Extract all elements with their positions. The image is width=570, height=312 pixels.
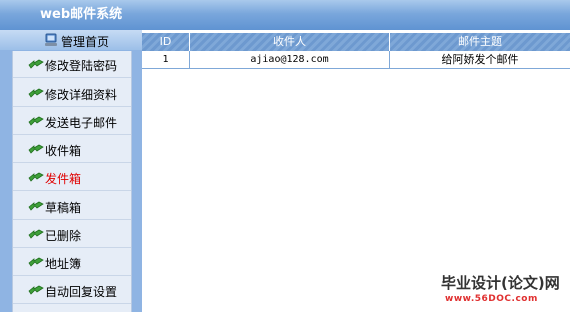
- green-arrow-icon: [28, 59, 44, 69]
- main-content: ID 收件人 邮件主题 1 ajiao@128.com 给阿娇发个邮件: [142, 30, 570, 312]
- sidebar-item-change-password[interactable]: 修改登陆密码: [13, 51, 131, 78]
- admin-home-icon: [45, 33, 57, 46]
- sidebar-item-label: 修改详细资料: [45, 88, 118, 102]
- app-title: web邮件系统: [40, 7, 123, 22]
- green-arrow-icon: [28, 88, 44, 98]
- table-header: ID 收件人 邮件主题: [142, 33, 570, 51]
- sidebar-item-drafts[interactable]: 草稿箱: [13, 193, 131, 220]
- green-arrow-icon: [28, 229, 44, 239]
- sidebar-item-edit-profile[interactable]: 修改详细资料: [13, 80, 131, 107]
- sidebar-item-label: 发送电子邮件: [45, 116, 118, 130]
- green-arrow-icon: [28, 285, 44, 295]
- green-arrow-icon: [28, 172, 44, 182]
- column-header-subject[interactable]: 邮件主题: [390, 33, 570, 51]
- green-arrow-icon: [28, 116, 44, 126]
- site-watermark: 毕业设计(论文)网 www.56DOC.com: [441, 272, 566, 308]
- sidebar-item-label: 发件箱: [45, 172, 82, 186]
- table-row[interactable]: 1 ajiao@128.com 给阿娇发个邮件: [142, 51, 570, 69]
- sidebar-item-label: 地址簿: [45, 257, 82, 271]
- sidebar-item-label: 收件箱: [45, 144, 82, 158]
- green-arrow-icon: [28, 257, 44, 267]
- sidebar-item-inbox[interactable]: 收件箱: [13, 136, 131, 163]
- sidebar-header[interactable]: 管理首页: [0, 30, 142, 50]
- sidebar-item-address-book[interactable]: 地址簿: [13, 249, 131, 276]
- sidebar-item-deleted[interactable]: 已删除: [13, 221, 131, 248]
- cell-subject[interactable]: 给阿娇发个邮件: [390, 51, 570, 69]
- sidebar-item-send-email[interactable]: 发送电子邮件: [13, 108, 131, 135]
- cell-recipient: ajiao@128.com: [190, 51, 390, 69]
- sidebar-item-label: 已删除: [45, 229, 82, 243]
- top-banner: web邮件系统: [0, 0, 570, 30]
- green-arrow-icon: [28, 201, 44, 211]
- sidebar-item-label: 修改登陆密码: [45, 59, 118, 73]
- cell-id: 1: [142, 51, 190, 69]
- column-header-recipient[interactable]: 收件人: [190, 33, 390, 51]
- sidebar-item-label: 自动回复设置: [45, 285, 118, 299]
- sidebar-item-auto-reply[interactable]: 自动回复设置: [13, 277, 131, 304]
- sidebar-item-outbox[interactable]: 发件箱: [13, 164, 131, 191]
- sidebar: 管理首页 修改登陆密码 修改详细资料 发送电子邮件 收件箱 发件箱 草稿箱 已删…: [0, 30, 142, 312]
- sidebar-menu: 修改登陆密码 修改详细资料 发送电子邮件 收件箱 发件箱 草稿箱 已删除 地址簿…: [12, 51, 132, 312]
- green-arrow-icon: [28, 144, 44, 154]
- watermark-text: 毕业设计(论文)网: [441, 274, 560, 292]
- column-header-id[interactable]: ID: [142, 33, 190, 51]
- sidebar-item-label: 草稿箱: [45, 201, 82, 215]
- admin-home-label: 管理首页: [61, 35, 110, 49]
- watermark-url: www.56DOC.com: [445, 294, 538, 304]
